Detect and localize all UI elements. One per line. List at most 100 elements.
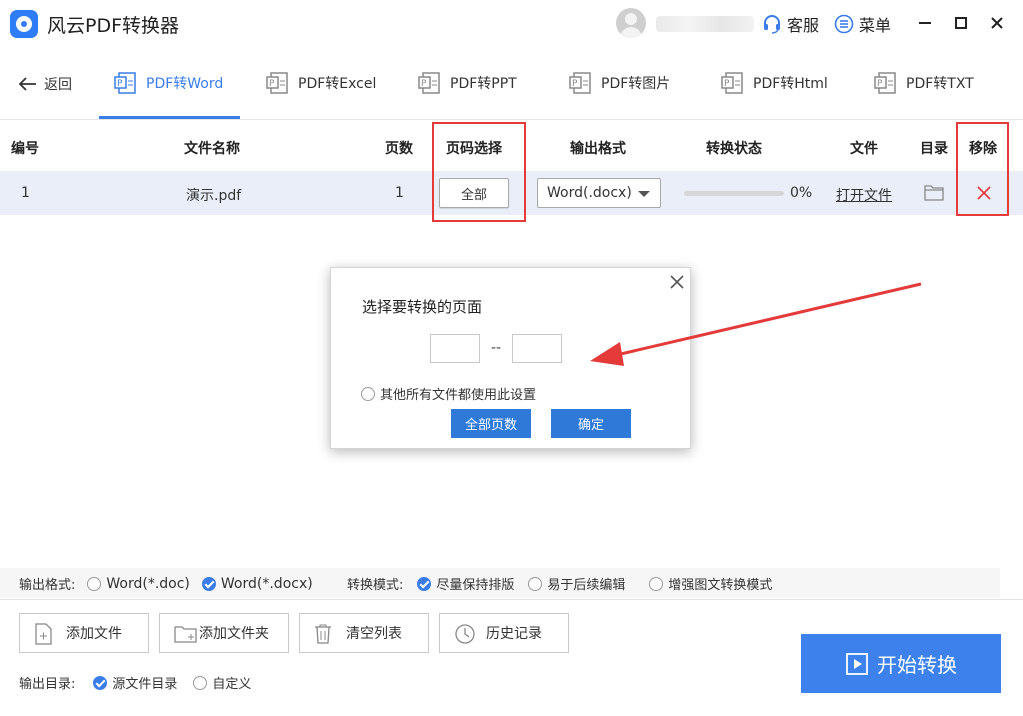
menu-label: 菜单 bbox=[859, 16, 892, 35]
dialog-title: 选择要转换的页面 bbox=[362, 298, 483, 316]
add-file-label: 添加文件 bbox=[66, 626, 122, 642]
user-avatar[interactable] bbox=[616, 8, 646, 38]
app-title: 风云PDF转换器 bbox=[47, 15, 180, 37]
title-bar: 风云PDF转换器 客服 菜单 bbox=[0, 0, 1023, 48]
source-dir-option[interactable]: 源文件目录 bbox=[93, 673, 177, 692]
history-button[interactable]: 历史记录 bbox=[439, 613, 569, 653]
format-doc-option[interactable]: Word(*.doc) bbox=[87, 576, 190, 592]
back-button[interactable]: 返回 bbox=[18, 74, 72, 94]
username-blurred bbox=[656, 16, 754, 32]
mode-editable-label: 易于后续编辑 bbox=[547, 578, 626, 593]
all-pages-button[interactable]: 全部页数 bbox=[451, 409, 531, 438]
tab-pdf-to-ppt[interactable]: P PDF转PPT bbox=[418, 70, 517, 96]
page-from-input[interactable] bbox=[430, 334, 480, 363]
clear-list-label: 清空列表 bbox=[346, 626, 402, 642]
page-select-highlight-box bbox=[432, 122, 526, 222]
close-icon bbox=[991, 17, 1003, 29]
tab-pdf-to-txt[interactable]: P PDF转TXT bbox=[874, 70, 974, 96]
output-format-value: Word(.docx) bbox=[547, 185, 632, 201]
format-docx-option[interactable]: Word(*.docx) bbox=[201, 575, 313, 592]
apply-to-all-option[interactable]: 其他所有文件都使用此设置 bbox=[361, 384, 536, 403]
conversion-mode-label: 转换模式: bbox=[347, 578, 404, 593]
tab-label: PDF转Word bbox=[146, 76, 224, 92]
column-header-directory: 目录 bbox=[920, 141, 948, 157]
pdf-html-file-icon: P bbox=[721, 72, 743, 94]
menu-icon bbox=[834, 14, 854, 34]
conversion-mode-options: 转换模式: 尽量保持排版 易于后续编辑 增强图文转换模式 bbox=[347, 574, 772, 593]
source-dir-label: 源文件目录 bbox=[112, 677, 178, 692]
add-folder-label: 添加文件夹 bbox=[199, 626, 269, 642]
add-file-button[interactable]: 添加文件 bbox=[19, 613, 149, 653]
format-doc-label: Word(*.doc) bbox=[106, 575, 190, 592]
custom-dir-radio[interactable] bbox=[193, 675, 208, 690]
page-to-input[interactable] bbox=[512, 334, 562, 363]
headset-icon bbox=[764, 15, 780, 34]
open-file-link[interactable]: 打开文件 bbox=[836, 185, 892, 205]
mode-enhanced-label: 增强图文转换模式 bbox=[668, 578, 773, 593]
menu-button[interactable]: 菜单 bbox=[834, 13, 891, 35]
app-logo-icon bbox=[10, 10, 38, 38]
row-filename: 演示.pdf bbox=[186, 188, 242, 204]
mode-editable-radio[interactable] bbox=[528, 576, 543, 591]
close-window-button[interactable] bbox=[986, 12, 1008, 34]
start-conversion-button[interactable]: 开始转换 bbox=[801, 634, 1001, 693]
pdf-image-file-icon: P bbox=[569, 72, 591, 94]
output-format-select[interactable]: Word(.docx) bbox=[537, 178, 661, 208]
format-docx-label: Word(*.docx) bbox=[220, 575, 313, 592]
tab-pdf-to-image[interactable]: P PDF转图片 bbox=[569, 70, 670, 96]
format-doc-radio[interactable] bbox=[87, 576, 102, 591]
tab-label: PDF转TXT bbox=[906, 76, 974, 92]
pdf-excel-file-icon: P bbox=[266, 72, 288, 94]
divider bbox=[0, 599, 1023, 600]
row-index: 1 bbox=[21, 185, 30, 201]
arrow-left-icon bbox=[18, 77, 36, 91]
mode-enhanced-option[interactable]: 增强图文转换模式 bbox=[649, 574, 772, 593]
clear-list-button[interactable]: 清空列表 bbox=[299, 613, 429, 653]
source-dir-radio[interactable] bbox=[93, 675, 108, 690]
apply-to-all-label: 其他所有文件都使用此设置 bbox=[380, 388, 537, 403]
tab-pdf-to-html[interactable]: P PDF转Html bbox=[721, 70, 828, 96]
column-header-pages: 页数 bbox=[385, 141, 413, 157]
active-tab-indicator bbox=[99, 116, 240, 119]
pdf-word-file-icon: P bbox=[114, 72, 136, 94]
svg-text:P: P bbox=[724, 79, 730, 89]
tab-label: PDF转Excel bbox=[298, 76, 377, 92]
svg-text:P: P bbox=[421, 79, 427, 89]
column-header-index: 编号 bbox=[11, 141, 39, 157]
pdf-txt-file-icon: P bbox=[874, 72, 896, 94]
maximize-button[interactable] bbox=[950, 12, 972, 34]
conversion-nav: 返回 P PDF转Word P PDF转Excel P PDF转PPT P PD… bbox=[0, 48, 1023, 120]
custom-dir-label: 自定义 bbox=[212, 677, 252, 692]
tab-label: PDF转PPT bbox=[450, 76, 517, 92]
maximize-icon bbox=[955, 17, 967, 29]
mode-keep-layout-option[interactable]: 尽量保持排版 bbox=[417, 574, 514, 593]
svg-text:P: P bbox=[877, 79, 883, 89]
column-header-status: 转换状态 bbox=[706, 141, 762, 157]
mode-keep-layout-radio[interactable] bbox=[417, 576, 432, 591]
chevron-down-icon bbox=[638, 191, 650, 197]
customer-service-label: 客服 bbox=[787, 16, 820, 35]
output-format-options: 输出格式: Word(*.doc) Word(*.docx) bbox=[19, 574, 313, 594]
tab-pdf-to-excel[interactable]: P PDF转Excel bbox=[266, 70, 376, 96]
annotation-arrow bbox=[590, 282, 922, 366]
confirm-button[interactable]: 确定 bbox=[551, 409, 631, 438]
output-directory-label: 输出目录: bbox=[19, 677, 76, 692]
range-separator: -- bbox=[491, 340, 502, 356]
app-window: 风云PDF转换器 客服 菜单 返回 P PDF转Word P PDF转Excel… bbox=[0, 0, 1023, 716]
tab-pdf-to-word[interactable]: P PDF转Word bbox=[114, 70, 223, 96]
customer-service-button[interactable]: 客服 bbox=[762, 13, 819, 35]
pdf-ppt-file-icon: P bbox=[418, 72, 440, 94]
mode-enhanced-radio[interactable] bbox=[649, 576, 664, 591]
minimize-button[interactable] bbox=[914, 12, 936, 34]
minimize-icon bbox=[919, 22, 931, 24]
apply-to-all-radio[interactable] bbox=[361, 386, 375, 401]
folder-icon[interactable] bbox=[924, 184, 944, 201]
output-directory-options: 输出目录: 源文件目录 自定义 bbox=[19, 673, 251, 692]
output-format-label: 输出格式: bbox=[19, 578, 76, 593]
custom-dir-option[interactable]: 自定义 bbox=[193, 673, 251, 692]
column-header-file: 文件 bbox=[850, 141, 878, 157]
tab-label: PDF转Html bbox=[753, 76, 828, 92]
format-docx-radio[interactable] bbox=[201, 576, 216, 591]
mode-editable-option[interactable]: 易于后续编辑 bbox=[528, 574, 625, 593]
add-folder-button[interactable]: 添加文件夹 bbox=[159, 613, 289, 653]
